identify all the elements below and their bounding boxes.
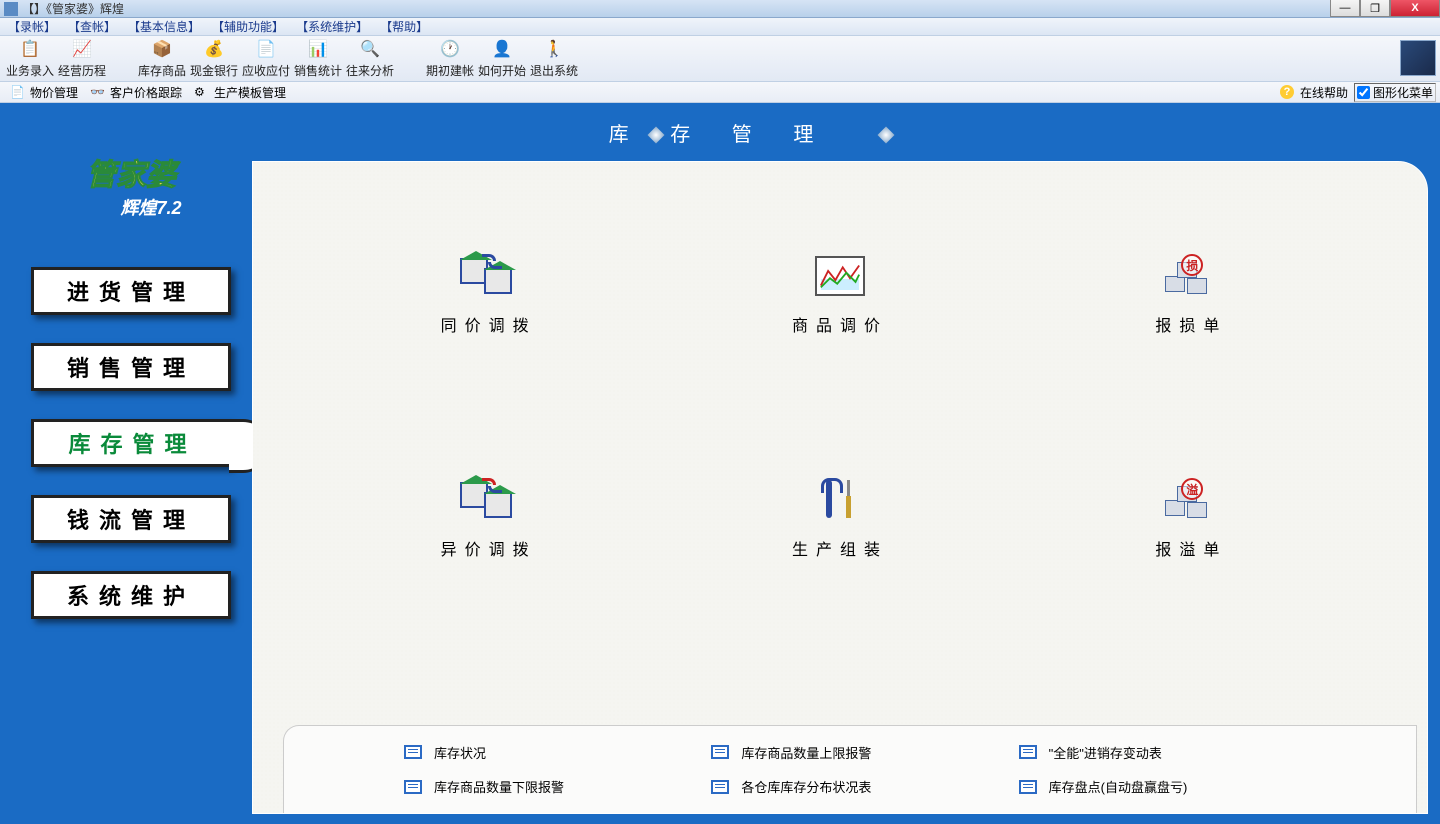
content-panel: 同价调拨 商品调价 损 报损单 异价调拨	[252, 161, 1428, 814]
close-button[interactable]: X	[1390, 0, 1440, 17]
help-icon: ?	[1280, 85, 1294, 99]
main-area: 库 存 管 理 管家婆 辉煌7.2 进货管理 销售管理 库存管理 钱流管理 系统…	[0, 103, 1440, 824]
app-title: 【】《管家婆》辉煌	[22, 0, 124, 17]
nav-cashflow[interactable]: 钱流管理	[31, 495, 231, 543]
search-icon: 🔍	[359, 38, 381, 60]
tb-analysis[interactable]: 🔍往来分析	[344, 38, 396, 80]
table-icon	[1019, 780, 1037, 794]
app-logo-icon	[1400, 40, 1436, 76]
surplus-boxes-icon: 溢	[1161, 476, 1221, 524]
table-icon	[1019, 745, 1037, 759]
money-icon: 💰	[203, 38, 225, 60]
menu-basic[interactable]: 【基本信息】	[128, 18, 200, 35]
exit-icon: 🚶	[543, 38, 565, 60]
menu-sys[interactable]: 【系统维护】	[296, 18, 368, 35]
logo-main: 管家婆	[86, 150, 176, 194]
window-controls: — ❐ X	[1330, 0, 1440, 17]
menu-help[interactable]: 【帮助】	[380, 18, 428, 35]
icon-grid: 同价调拨 商品调价 损 报损单 异价调拨	[253, 162, 1427, 600]
tb-exit[interactable]: 🚶退出系统	[528, 38, 580, 80]
glasses-icon: 👓	[90, 85, 106, 99]
tb-howto[interactable]: 👤如何开始	[476, 38, 528, 80]
link-lower-alarm[interactable]: 库存商品数量下限报警	[404, 777, 681, 796]
transfer-same-price-button[interactable]: 同价调拨	[313, 252, 664, 336]
price-adjust-button[interactable]: 商品调价	[664, 252, 1015, 336]
link-stock-status[interactable]: 库存状况	[404, 743, 681, 762]
diamond-icon	[878, 127, 895, 144]
nav-inventory[interactable]: 库存管理	[31, 419, 231, 467]
loss-boxes-icon: 损	[1161, 252, 1221, 300]
chart-icon: 📈	[71, 38, 93, 60]
tb2-customer-price[interactable]: 👓客户价格跟踪	[84, 84, 188, 101]
transfer-diff-price-button[interactable]: 异价调拨	[313, 476, 664, 560]
table-icon	[404, 780, 422, 794]
link-stocktaking[interactable]: 库存盘点(自动盘赢盘亏)	[1019, 777, 1296, 796]
graphical-menu-checkbox[interactable]: 图形化菜单	[1354, 83, 1436, 102]
box-icon: 📦	[151, 38, 173, 60]
nav-purchase[interactable]: 进货管理	[31, 267, 231, 315]
tb2-template[interactable]: ⚙生产模板管理	[188, 84, 292, 101]
menu-record[interactable]: 【录帐】	[8, 18, 56, 35]
tb2-price-mgmt[interactable]: 📄物价管理	[4, 84, 84, 101]
clipboard-icon: 📋	[19, 38, 41, 60]
secondary-toolbar: 📄物价管理 👓客户价格跟踪 ⚙生产模板管理 ? 在线帮助 图形化菜单	[0, 82, 1440, 103]
logo-area: 管家婆 辉煌7.2	[12, 145, 250, 225]
surplus-report-button[interactable]: 溢 报溢单	[1016, 476, 1367, 560]
minimize-button[interactable]: —	[1330, 0, 1360, 17]
link-warehouse-dist[interactable]: 各仓库库存分布状况表	[711, 777, 988, 796]
table-icon	[711, 745, 729, 759]
tb-sales-stats[interactable]: 📊销售统计	[292, 38, 344, 80]
logo-sub: 辉煌7.2	[120, 194, 181, 220]
bottom-links-panel: 库存状况 库存商品数量上限报警 "全能"进销存变动表 库存商品数量下限报警 各仓…	[283, 725, 1417, 813]
nav-sales[interactable]: 销售管理	[31, 343, 231, 391]
sidebar: 管家婆 辉煌7.2 进货管理 销售管理 库存管理 钱流管理 系统维护	[12, 145, 250, 824]
menu-bar: 【录帐】 【查帐】 【基本信息】 【辅助功能】 【系统维护】 【帮助】	[0, 18, 1440, 36]
doc-icon: 📄	[255, 38, 277, 60]
tb-cash[interactable]: 💰现金银行	[188, 38, 240, 80]
tb-inventory[interactable]: 📦库存商品	[136, 38, 188, 80]
tools-icon	[810, 476, 870, 524]
menu-query[interactable]: 【查帐】	[68, 18, 116, 35]
assembly-button[interactable]: 生产组装	[664, 476, 1015, 560]
loss-report-button[interactable]: 损 报损单	[1016, 252, 1367, 336]
nav-system[interactable]: 系统维护	[31, 571, 231, 619]
menu-aux[interactable]: 【辅助功能】	[212, 18, 284, 35]
main-toolbar: 📋业务录入 📈经营历程 📦库存商品 💰现金银行 📄应收应付 📊销售统计 🔍往来分…	[0, 36, 1440, 82]
online-help-link[interactable]: 在线帮助	[1300, 84, 1348, 101]
chart-icon	[810, 252, 870, 300]
tb-business-entry[interactable]: 📋业务录入	[4, 38, 56, 80]
warehouse-transfer-icon	[459, 252, 519, 300]
clock-icon: 🕐	[439, 38, 461, 60]
gear-icon: ⚙	[194, 85, 210, 99]
stats-icon: 📊	[307, 38, 329, 60]
doc-icon: 📄	[10, 85, 26, 99]
link-upper-alarm[interactable]: 库存商品数量上限报警	[711, 743, 988, 762]
table-icon	[404, 745, 422, 759]
app-icon	[4, 2, 18, 16]
link-all-report[interactable]: "全能"进销存变动表	[1019, 743, 1296, 762]
table-icon	[711, 780, 729, 794]
page-title: 库 存 管 理	[609, 118, 832, 147]
tb-history[interactable]: 📈经营历程	[56, 38, 108, 80]
tb-receivable[interactable]: 📄应收应付	[240, 38, 292, 80]
warehouse-transfer-diff-icon	[459, 476, 519, 524]
tb-initial[interactable]: 🕐期初建帐	[424, 38, 476, 80]
maximize-button[interactable]: ❐	[1360, 0, 1390, 17]
title-bar: 【】《管家婆》辉煌 — ❐ X	[0, 0, 1440, 18]
person-icon: 👤	[491, 38, 513, 60]
